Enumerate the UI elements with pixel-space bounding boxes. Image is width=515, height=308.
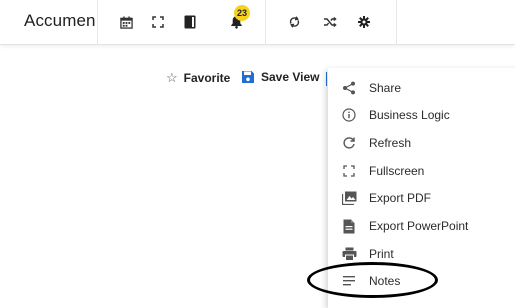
menu-item-label: Business Logic <box>369 108 450 122</box>
menu-anchor-indicator <box>326 72 327 86</box>
menu-item-label: Fullscreen <box>369 164 425 178</box>
menu-item-share[interactable]: Share <box>328 74 515 102</box>
document-icon <box>340 217 358 235</box>
menu-item-label: Refresh <box>369 136 412 150</box>
menu-item-business-logic[interactable]: Business Logic <box>328 101 515 129</box>
menu-item-label: Export PDF <box>369 191 432 205</box>
image-icon <box>340 189 358 207</box>
book-button[interactable] <box>179 11 201 33</box>
calendar-button[interactable] <box>115 11 137 33</box>
menu-item-label: Print <box>369 247 394 261</box>
menu-item-fullscreen[interactable]: Fullscreen <box>328 157 515 185</box>
star-icon: ☆ <box>166 70 178 85</box>
toolbar-divider <box>97 0 98 44</box>
info-icon <box>340 106 358 124</box>
annotation-circle <box>307 262 438 298</box>
menu-item-refresh[interactable]: Refresh <box>328 129 515 157</box>
printer-icon <box>340 245 358 263</box>
shuffle-button[interactable] <box>319 11 341 33</box>
app-title: Accumen <box>24 11 96 30</box>
share-icon <box>340 79 358 97</box>
fullscreen-icon <box>152 16 164 28</box>
menu-item-label: Export PowerPoint <box>369 219 469 233</box>
book-icon <box>184 15 196 29</box>
toolbar-divider <box>396 0 397 44</box>
menu-item-export-powerpoint[interactable]: Export PowerPoint <box>328 212 515 240</box>
menu-item-export-pdf[interactable]: Export PDF <box>328 184 515 212</box>
fullscreen-button[interactable] <box>147 11 169 33</box>
sync-icon <box>289 16 299 28</box>
shuffle-icon <box>324 16 337 28</box>
save-view-label: Save View <box>261 70 320 84</box>
favorite-label: Favorite <box>183 71 231 85</box>
gear-icon <box>358 16 370 28</box>
menu-item-label: Share <box>369 81 402 95</box>
favorite-button[interactable]: ☆ Favorite <box>166 70 230 86</box>
calendar-icon <box>119 15 133 29</box>
save-icon <box>242 71 254 83</box>
toolbar-divider <box>265 0 266 44</box>
settings-button[interactable] <box>353 11 375 33</box>
save-view-button[interactable]: Save View <box>241 70 320 84</box>
notification-count-badge: 23 <box>234 5 250 21</box>
sync-button[interactable] <box>283 11 305 33</box>
top-toolbar: Accumen 23 <box>0 0 515 45</box>
refresh-icon <box>340 134 358 152</box>
fullscreen-icon <box>340 162 358 180</box>
